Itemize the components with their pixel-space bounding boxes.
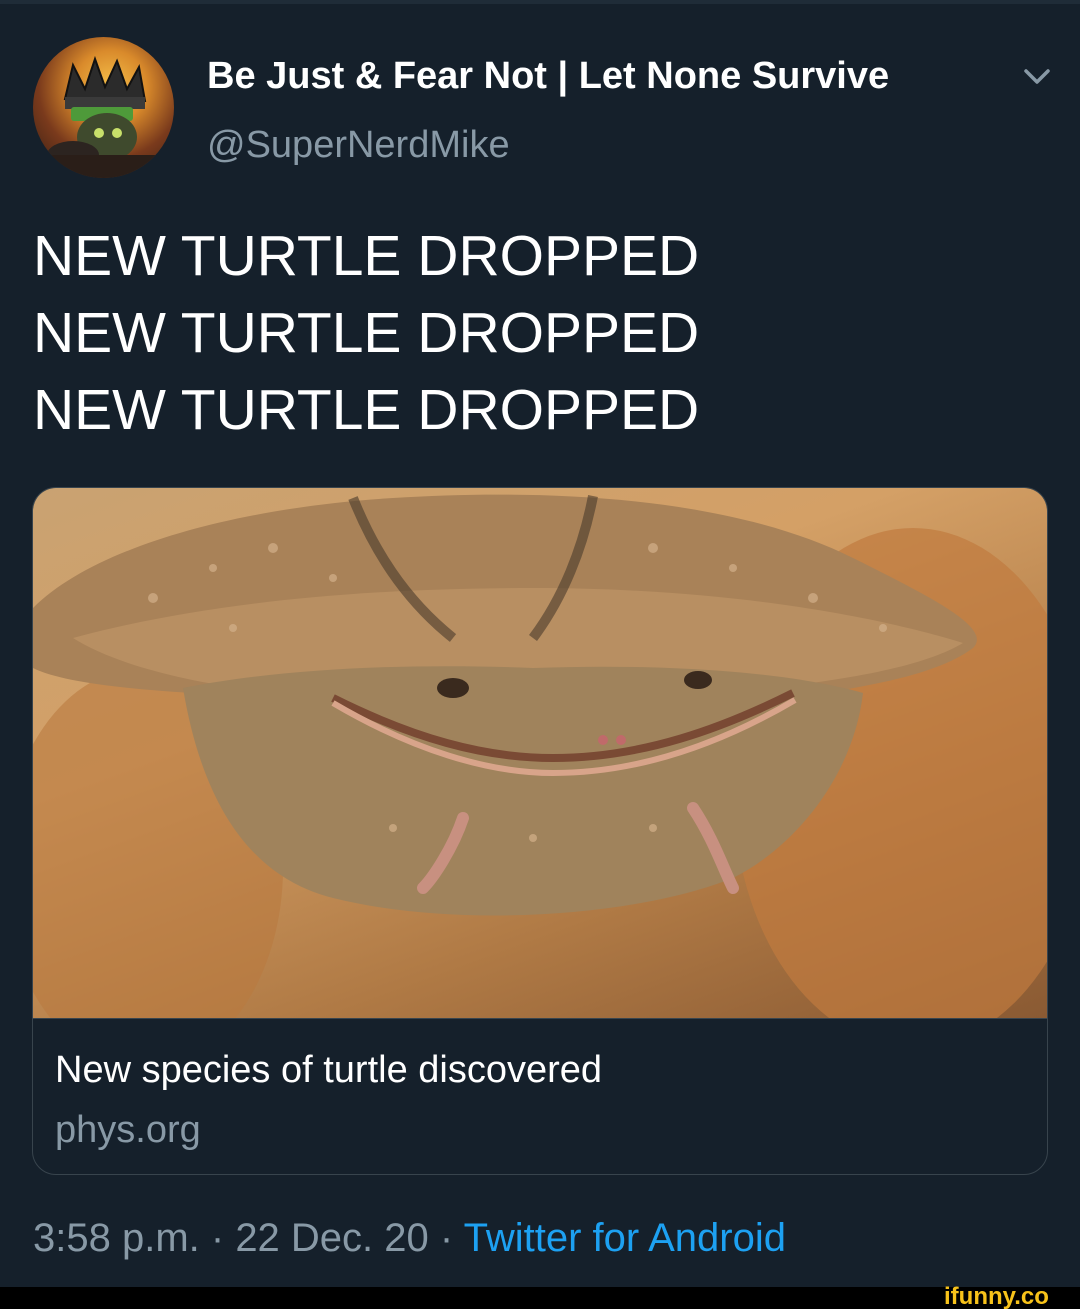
tweet-text-line: NEW TURTLE DROPPED bbox=[33, 378, 700, 442]
tweet-source-link[interactable]: Twitter for Android bbox=[464, 1216, 786, 1260]
author-handle[interactable]: @SuperNerdMike bbox=[207, 121, 510, 169]
card-title[interactable]: New species of turtle discovered bbox=[55, 1046, 602, 1094]
watermark: ifunny.co bbox=[944, 1283, 1049, 1309]
turtle-photo[interactable] bbox=[33, 488, 1047, 1018]
tweet-time[interactable]: 3:58 p.m. bbox=[33, 1216, 200, 1260]
chevron-down-icon[interactable] bbox=[1018, 62, 1056, 92]
tweet-text-line: NEW TURTLE DROPPED bbox=[33, 224, 700, 288]
avatar[interactable] bbox=[33, 37, 174, 178]
card-domain[interactable]: phys.org bbox=[55, 1106, 201, 1154]
tweet-text-line: NEW TURTLE DROPPED bbox=[33, 301, 700, 365]
meta-separator: · bbox=[428, 1216, 464, 1260]
author-display-name[interactable]: Be Just & Fear Not | Let None Survive bbox=[207, 52, 889, 100]
tweet-date[interactable]: 22 Dec. 20 bbox=[235, 1216, 428, 1260]
top-divider bbox=[0, 0, 1080, 4]
bottom-bar bbox=[0, 1287, 1080, 1309]
meta-separator: · bbox=[199, 1216, 236, 1260]
tweet-text: NEW TURTLE DROPPED NEW TURTLE DROPPED NE… bbox=[33, 218, 1043, 449]
link-card[interactable]: New species of turtle discovered phys.or… bbox=[32, 487, 1048, 1175]
card-divider bbox=[33, 1018, 1047, 1019]
avatar-icon bbox=[33, 55, 174, 178]
tweet-meta: 3:58 p.m. · 22 Dec. 20 · Twitter for And… bbox=[33, 1213, 786, 1263]
